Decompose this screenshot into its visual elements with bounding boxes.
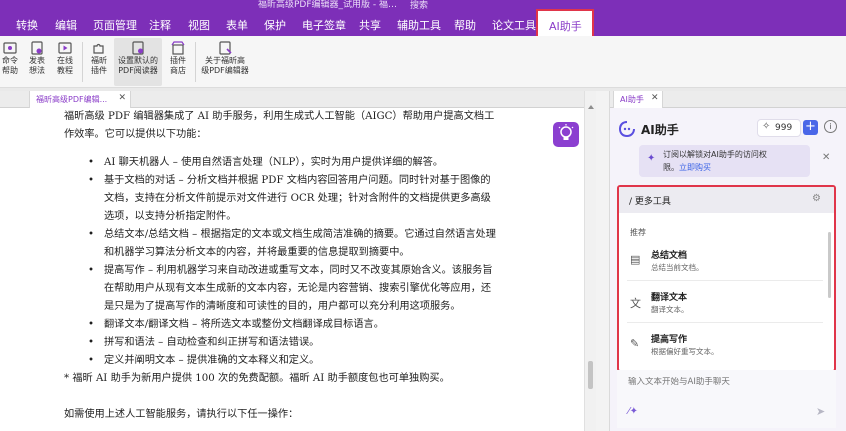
- scroll-up-icon[interactable]: [588, 105, 594, 109]
- tool-translate-text[interactable]: 文 翻译文本 翻译文本。: [619, 284, 827, 322]
- document-tab[interactable]: 福昕高级PDF编辑... ✕: [29, 91, 131, 108]
- close-icon[interactable]: ✕: [651, 93, 659, 103]
- close-banner-icon[interactable]: ✕: [822, 152, 830, 163]
- menu-edit[interactable]: 编辑: [55, 17, 77, 33]
- credits-badge[interactable]: ✧ 999: [757, 119, 801, 137]
- menu-thesis-tools[interactable]: 论文工具: [492, 17, 536, 33]
- menu-accessibility[interactable]: 辅助工具: [397, 17, 441, 33]
- title-bar: 福昕高级PDF编辑器_试用版 - 福… 搜索: [0, 0, 846, 12]
- foxit-plugins-button[interactable]: 福昕 插件: [86, 38, 112, 86]
- command-help-icon: [3, 42, 17, 54]
- chat-input-area: ⁄✦ ➤: [617, 370, 836, 428]
- ai-assistant-panel: AI助手 ✧ 999 + i ✦ 订阅以解锁对AI助手的访问权 限。立即购买 ✕…: [610, 108, 846, 431]
- send-icon[interactable]: ➤: [816, 405, 825, 418]
- menu-comment[interactable]: 注释: [149, 17, 171, 33]
- ribbon-toolbar: 命令 帮助 发表 想法 在线 教程 福昕 插件 设置默认的 PDF阅读器 插件 …: [0, 36, 846, 88]
- magic-wand-icon[interactable]: ⁄✦: [628, 406, 638, 417]
- subscription-banner: ✦ 订阅以解锁对AI助手的访问权 限。立即购买 ✕: [639, 145, 830, 177]
- divider: [627, 322, 823, 323]
- banner-text: 订阅以解锁对AI助手的访问权: [663, 150, 767, 159]
- list-item: AI 聊天机器人 – 使用自然语言处理（NLP），实时为用户提供详细的解答。: [64, 154, 496, 172]
- add-credits-button[interactable]: +: [803, 120, 818, 135]
- list-item: 基于文档的对话 – 分析文档并根据 PDF 文档内容回答用户问题。同时针对基于图…: [64, 172, 496, 226]
- menu-view[interactable]: 视图: [188, 17, 210, 33]
- lightbulb-icon: [558, 124, 574, 140]
- quota-note: * 福昕 AI 助手为新用户提供 100 次的免费配额。福昕 AI 助手额度包也…: [64, 373, 450, 384]
- ai-tab-label: AI助手: [620, 95, 644, 104]
- menu-help[interactable]: 帮助: [453, 17, 477, 38]
- ribbon-divider: [82, 42, 83, 82]
- menu-protect[interactable]: 保护: [264, 17, 286, 33]
- more-tools-title: / 更多工具: [629, 197, 671, 207]
- menu-convert[interactable]: 转换: [16, 17, 38, 33]
- ai-panel-title: AI助手: [641, 123, 679, 137]
- instruction-line: 如需使用上述人工智能服务，请执行以下任一操作：: [64, 409, 299, 420]
- info-icon[interactable]: i: [824, 120, 837, 133]
- chat-input[interactable]: [628, 377, 818, 387]
- panel-divider[interactable]: [596, 91, 610, 431]
- menu-page-management[interactable]: 页面管理: [93, 17, 137, 33]
- more-tools-panel: / 更多工具 ⚙ 推荐 ▤ 总结文档 总结当前文档。 文 翻译文本 翻译文本。 …: [617, 185, 836, 372]
- video-tutorial-icon: [58, 42, 72, 54]
- translate-icon: 文: [630, 297, 641, 310]
- online-tutorial-button[interactable]: 在线 教程: [53, 38, 77, 86]
- credits-icon: ✧: [762, 121, 771, 132]
- menu-form[interactable]: 表单: [226, 17, 248, 33]
- summarize-icon: ▤: [630, 253, 641, 266]
- tool-improve-writing[interactable]: ✎ 提高写作 根据偏好重写文本。: [619, 326, 827, 364]
- sparkle-icon: ✦: [647, 153, 656, 164]
- ai-bulb-button[interactable]: [553, 122, 579, 147]
- divider: [627, 280, 823, 281]
- ai-tab-bar: AI助手 ✕: [610, 91, 846, 108]
- list-item: 拼写和语法 – 自动检查和纠正拼写和语法错误。: [64, 334, 496, 352]
- list-item: 提高写作 – 利用机器学习来自动改进或重写文本，同时又不改变其原始含义。该服务旨…: [64, 262, 496, 316]
- credits-count: 999: [775, 123, 793, 133]
- gear-icon[interactable]: ⚙: [812, 193, 821, 204]
- feedback-icon: [31, 41, 43, 55]
- window-title: 福昕高级PDF编辑器_试用版 - 福…: [258, 0, 398, 10]
- about-button[interactable]: 关于福昕高 级PDF编辑器: [198, 38, 252, 86]
- list-item: 定义并阐明文本 – 提供准确的文本释义和定义。: [64, 352, 496, 370]
- menu-ai-assistant-label: AI助手: [549, 20, 582, 33]
- document-tab-bar: 福昕高级PDF编辑... ✕: [0, 91, 584, 108]
- menu-bar: 转换 编辑 页面管理 注释 视图 表单 保护 电子签章 共享 辅助工具 帮助 论…: [0, 12, 846, 38]
- store-icon: [171, 41, 185, 55]
- list-item: 翻译文本/翻译文档 – 将所选文本或整份文档翻译成目标语言。: [64, 316, 496, 334]
- scroll-thumb[interactable]: [588, 361, 593, 389]
- recommended-label: 推荐: [630, 228, 646, 237]
- about-icon: [219, 41, 232, 55]
- command-help-button[interactable]: 命令 帮助: [0, 38, 20, 86]
- document-text: 福昕高级 PDF 编辑器集成了 AI 助手服务，利用生成式人工智能（AIGC）帮…: [64, 108, 496, 424]
- document-scrollbar[interactable]: [584, 91, 596, 431]
- document-page: 福昕高级 PDF 编辑器集成了 AI 助手服务，利用生成式人工智能（AIGC）帮…: [0, 108, 584, 431]
- search-box[interactable]: 搜索: [410, 0, 428, 11]
- close-icon[interactable]: ✕: [118, 93, 126, 103]
- banner-text-cont: 限。: [663, 163, 679, 172]
- menu-e-signature[interactable]: 电子签章: [302, 17, 346, 33]
- feature-list: AI 聊天机器人 – 使用自然语言处理（NLP），实时为用户提供详细的解答。 基…: [64, 154, 496, 370]
- document-tab-label: 福昕高级PDF编辑...: [36, 95, 108, 104]
- intro-paragraph: 福昕高级 PDF 编辑器集成了 AI 助手服务，利用生成式人工智能（AIGC）帮…: [64, 111, 495, 140]
- ribbon-divider: [195, 42, 196, 82]
- tools-scrollbar[interactable]: [828, 232, 831, 298]
- set-default-pdf-reader-button[interactable]: 设置默认的 PDF阅读器: [114, 38, 162, 86]
- ai-logo-icon: [619, 121, 635, 137]
- puzzle-icon: [93, 43, 104, 54]
- pen-icon: ✎: [630, 337, 640, 350]
- buy-now-link[interactable]: 立即购买: [679, 163, 711, 172]
- default-reader-icon: [132, 41, 144, 55]
- feedback-button[interactable]: 发表 想法: [25, 38, 49, 86]
- ai-assistant-tab[interactable]: AI助手 ✕: [613, 91, 663, 108]
- more-tools-header[interactable]: / 更多工具 ⚙: [619, 187, 834, 213]
- tool-summarize-document[interactable]: ▤ 总结文档 总结当前文档。: [619, 242, 827, 280]
- plugin-store-button[interactable]: 插件 商店: [165, 38, 191, 86]
- menu-share[interactable]: 共享: [359, 17, 381, 33]
- list-item: 总结文本/总结文档 – 根据指定的文本或文档生成简洁准确的摘要。它通过自然语言处…: [64, 226, 496, 262]
